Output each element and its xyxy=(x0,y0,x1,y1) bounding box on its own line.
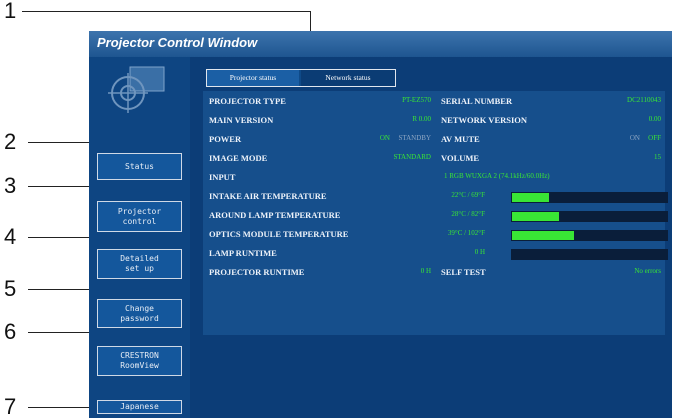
table-row: MAIN VERSION R 0.00 NETWORK VERSION 0.00 xyxy=(203,112,665,128)
volume-label: VOLUME xyxy=(441,153,480,163)
callout-2-leader xyxy=(28,142,98,143)
table-row: PROJECTOR RUNTIME 0 H SELF TEST No error… xyxy=(203,264,665,280)
window-title: Projector Control Window xyxy=(97,35,258,50)
projector-type-label: PROJECTOR TYPE xyxy=(209,96,286,106)
serial-number-value: DC2110043 xyxy=(627,96,661,104)
table-row: OPTICS MODULE TEMPERATURE 39°C / 102°F xyxy=(203,226,668,242)
callout-5: 5 xyxy=(4,276,17,301)
serial-number-label: SERIAL NUMBER xyxy=(441,96,513,106)
callout-2: 2 xyxy=(4,129,17,154)
lamp-temperature-bar xyxy=(511,211,668,222)
lamp-runtime-value: 0 H xyxy=(474,248,485,256)
japanese-button[interactable]: Japanese xyxy=(97,400,182,414)
volume-value: 15 xyxy=(654,153,661,161)
projector-control-button[interactable]: Projector control xyxy=(97,201,182,232)
intake-air-temperature-value: 22°C / 69°F xyxy=(451,191,485,199)
input-value: 1 RGB WUXGA 2 (74.1kHz/60.0Hz) xyxy=(444,172,550,180)
callout-3: 3 xyxy=(4,173,17,198)
optics-module-temperature-label: OPTICS MODULE TEMPERATURE xyxy=(209,229,349,239)
optics-temperature-bar xyxy=(511,230,668,241)
callout-1-leader xyxy=(22,11,310,12)
sidebar: Status Projector control Detailed set up… xyxy=(89,57,190,418)
table-row: INTAKE AIR TEMPERATURE 22°C / 69°F xyxy=(203,188,668,204)
tab-bar: Projector status Network status xyxy=(206,69,396,87)
main-panel: Projector status Network status PROJECTO… xyxy=(190,57,672,418)
lamp-runtime-bar xyxy=(511,249,668,260)
tab-network-status[interactable]: Network status xyxy=(301,70,395,86)
network-version-label: NETWORK VERSION xyxy=(441,115,528,125)
crestron-roomview-button[interactable]: CRESTRON RoomView xyxy=(97,346,182,376)
detailed-set-up-button[interactable]: Detailed set up xyxy=(97,249,182,279)
table-row: LAMP RUNTIME 0 H xyxy=(203,245,668,261)
callout-6: 6 xyxy=(4,319,17,344)
callout-5-leader xyxy=(28,289,98,290)
status-table: PROJECTOR TYPE PT-EZ570 SERIAL NUMBER DC… xyxy=(203,91,668,335)
callout-3-leader xyxy=(28,186,98,187)
tab-projector-status[interactable]: Projector status xyxy=(207,70,299,86)
projector-runtime-value: 0 H xyxy=(420,267,431,275)
intake-air-temperature-label: INTAKE AIR TEMPERATURE xyxy=(209,191,327,201)
network-version-value: 0.00 xyxy=(648,115,661,123)
projector-runtime-label: PROJECTOR RUNTIME xyxy=(209,267,305,277)
callout-7: 7 xyxy=(4,394,17,419)
around-lamp-temperature-value: 28°C / 82°F xyxy=(451,210,485,218)
projector-logo-icon xyxy=(108,66,165,113)
table-row: PROJECTOR TYPE PT-EZ570 SERIAL NUMBER DC… xyxy=(203,93,665,109)
main-version-value: R 0.00 xyxy=(412,115,431,123)
table-row: AROUND LAMP TEMPERATURE 28°C / 82°F xyxy=(203,207,668,223)
around-lamp-temperature-label: AROUND LAMP TEMPERATURE xyxy=(209,210,341,220)
av-mute-label: AV MUTE xyxy=(441,134,480,144)
power-label: POWER xyxy=(209,134,242,144)
projector-type-value: PT-EZ570 xyxy=(402,96,431,104)
main-version-label: MAIN VERSION xyxy=(209,115,274,125)
change-password-button[interactable]: Change password xyxy=(97,299,182,328)
image-mode-value: STANDARD xyxy=(393,153,431,161)
image-mode-label: IMAGE MODE xyxy=(209,153,268,163)
callout-1: 1 xyxy=(4,0,17,23)
callout-7-leader xyxy=(28,407,98,408)
status-button[interactable]: Status xyxy=(97,153,182,180)
table-row: POWER ON STANDBY AV MUTE ON OFF xyxy=(203,131,665,147)
self-test-value: No errors xyxy=(634,267,661,275)
optics-module-temperature-value: 39°C / 102°F xyxy=(447,229,485,237)
lamp-runtime-label: LAMP RUNTIME xyxy=(209,248,277,258)
av-mute-on-value: ON xyxy=(629,134,640,142)
title-bar: Projector Control Window xyxy=(89,31,672,57)
power-on-value: ON xyxy=(379,134,390,142)
self-test-label: SELF TEST xyxy=(441,267,486,277)
callout-4: 4 xyxy=(4,224,17,249)
projector-control-window: Projector Control Window Status Projecto… xyxy=(89,31,672,418)
callout-6-leader xyxy=(28,332,98,333)
av-mute-off-value: OFF xyxy=(648,134,661,142)
callout-4-leader xyxy=(28,237,98,238)
table-row: INPUT 1 RGB WUXGA 2 (74.1kHz/60.0Hz) xyxy=(203,169,665,185)
input-label: INPUT xyxy=(209,172,236,182)
intake-temperature-bar xyxy=(511,192,668,203)
power-standby-value: STANDBY xyxy=(398,134,432,142)
table-row: IMAGE MODE STANDARD VOLUME 15 xyxy=(203,150,665,166)
